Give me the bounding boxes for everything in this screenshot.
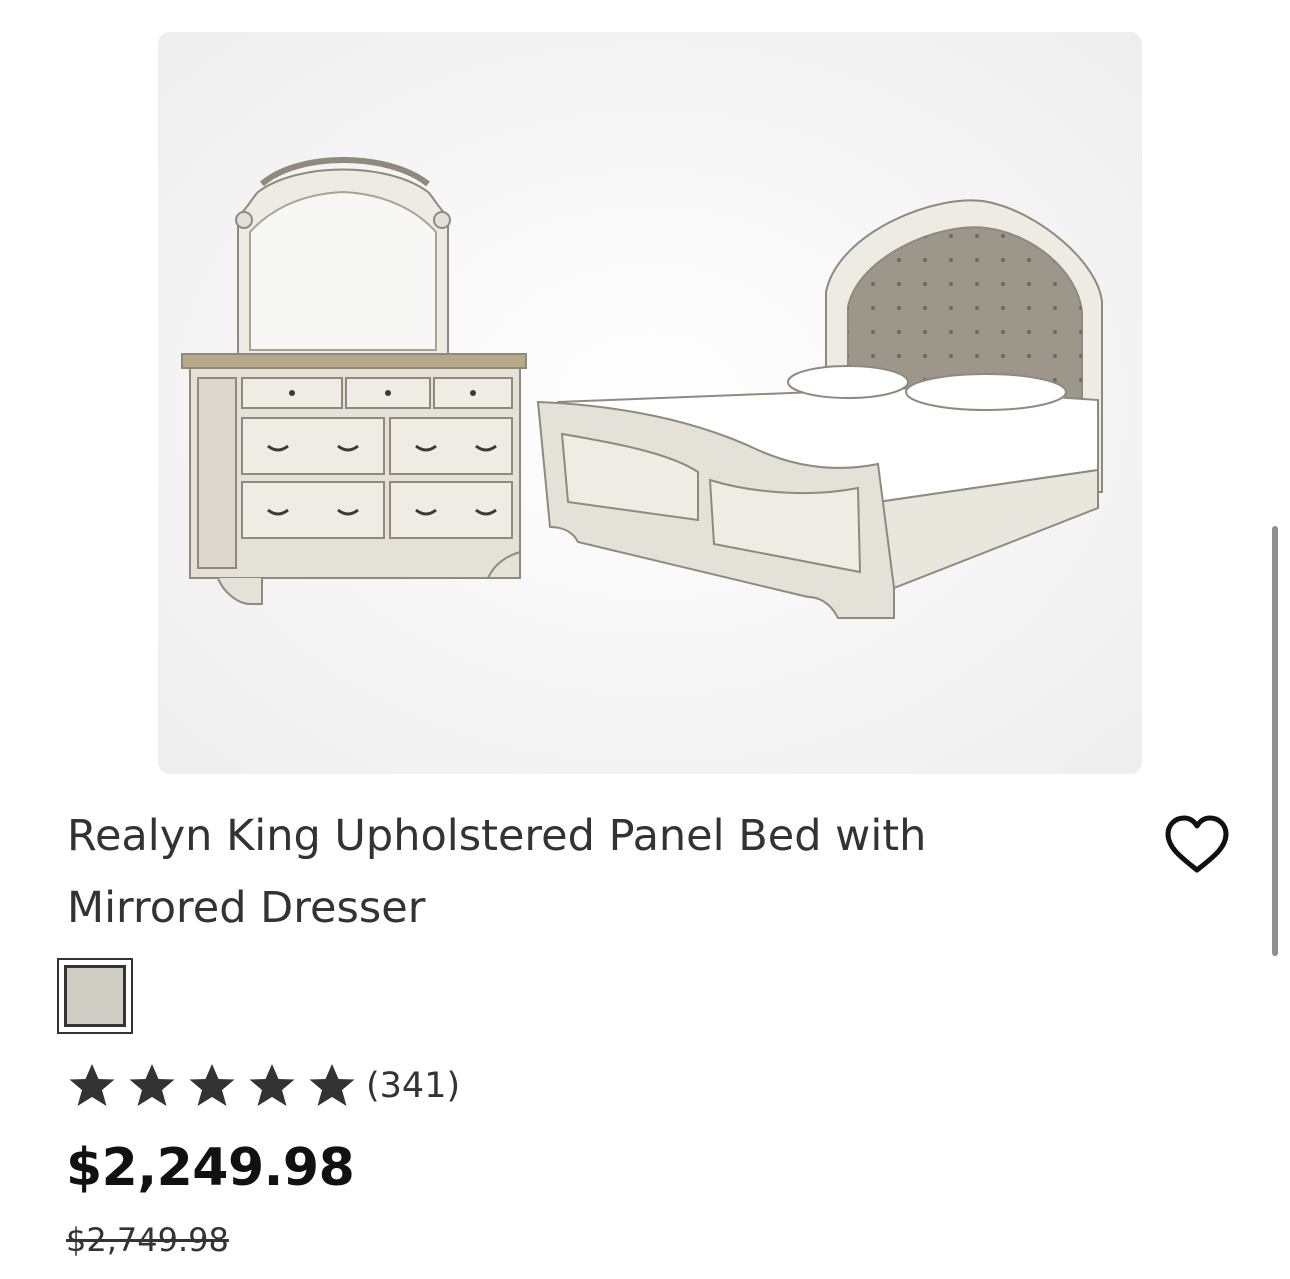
original-price: $2,749.98 bbox=[66, 1221, 229, 1259]
sale-price: $2,249.98 bbox=[66, 1138, 355, 1198]
star-filled-icon bbox=[189, 1064, 235, 1106]
color-swatch-selected[interactable] bbox=[57, 958, 133, 1034]
review-count-link[interactable]: (341) bbox=[366, 1066, 460, 1106]
star-filled-icon bbox=[249, 1064, 295, 1106]
favorite-button[interactable] bbox=[1162, 812, 1232, 878]
star-filled-icon bbox=[129, 1064, 175, 1106]
scrollbar[interactable] bbox=[1272, 526, 1278, 956]
heart-outline-icon bbox=[1165, 815, 1229, 873]
rating: (341) bbox=[66, 1058, 460, 1114]
product-title: Realyn King Upholstered Panel Bed with M… bbox=[67, 811, 927, 933]
star-filled-icon bbox=[309, 1064, 355, 1106]
bedroom-set-illustration bbox=[158, 32, 1142, 774]
star-filled-icon bbox=[69, 1064, 115, 1106]
color-swatch-fill bbox=[64, 965, 126, 1027]
star-rating bbox=[66, 1060, 358, 1112]
dresser bbox=[181, 353, 527, 605]
product-image[interactable] bbox=[158, 32, 1142, 774]
mirror bbox=[235, 157, 451, 358]
